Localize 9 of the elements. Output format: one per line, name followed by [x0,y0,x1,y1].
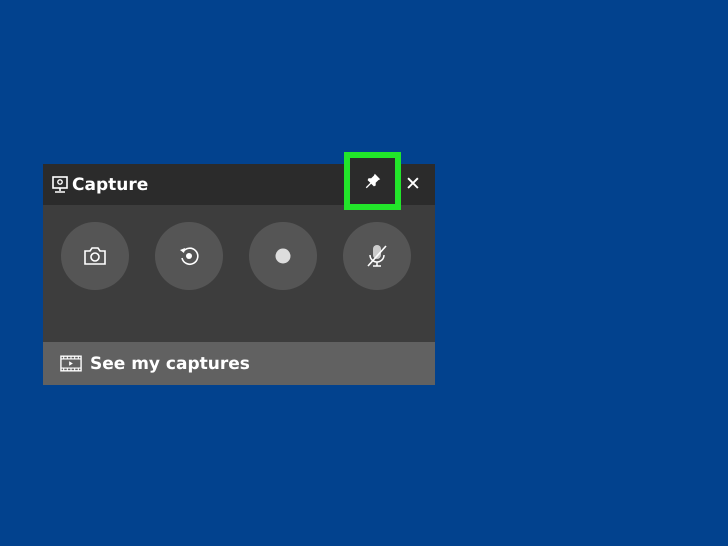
film-icon [60,355,82,372]
replay-icon [178,245,200,267]
monitor-icon [52,176,68,193]
record-icon [275,248,291,264]
window-title: Capture [72,174,148,194]
pin-icon [364,172,382,190]
see-captures-button[interactable]: See my captures [43,342,435,385]
close-button[interactable]: ✕ [401,170,425,198]
camera-icon [83,246,107,266]
